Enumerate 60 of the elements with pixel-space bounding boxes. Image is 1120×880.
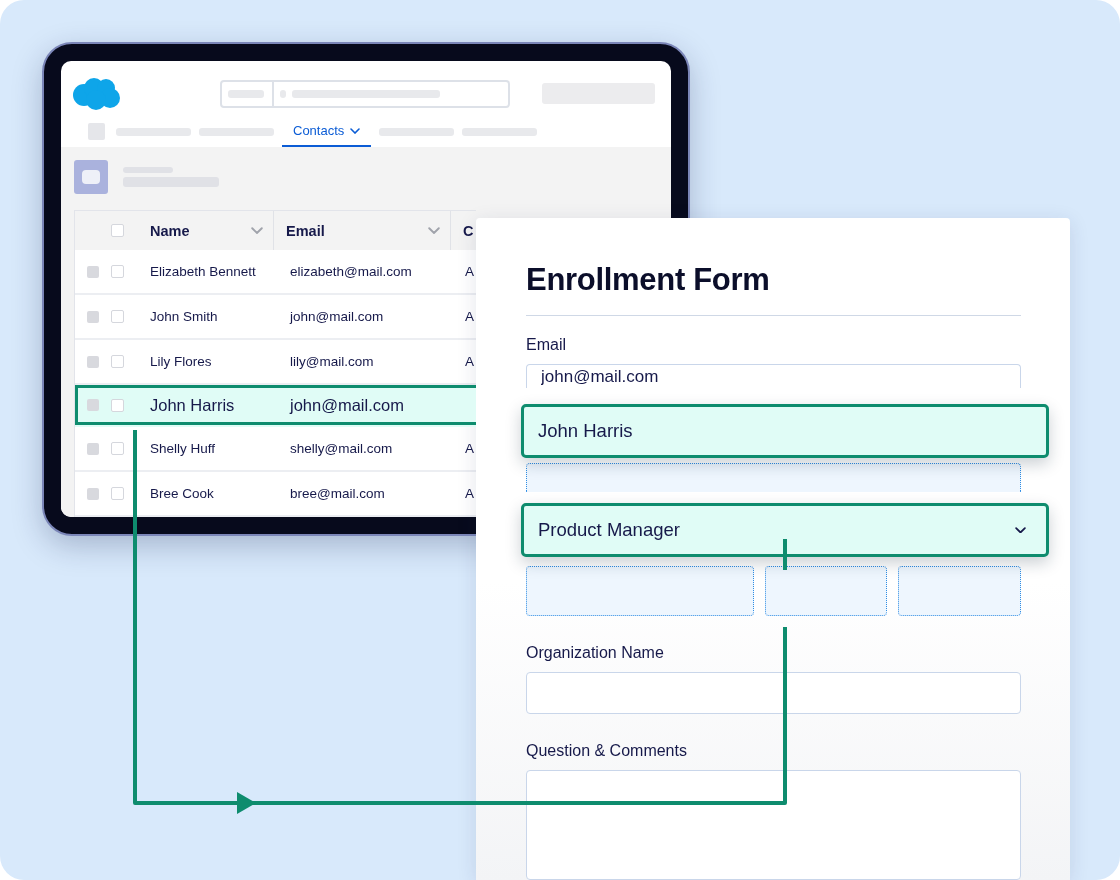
table-cell-text: A xyxy=(464,441,475,456)
row-handle[interactable] xyxy=(87,442,99,455)
table-cell-text: A xyxy=(464,264,475,279)
table-cell-text: Shelly Huff xyxy=(149,441,217,456)
column-header[interactable]: Email xyxy=(286,222,325,239)
chevron-down-icon xyxy=(428,226,440,235)
table-row[interactable]: Bree Cook bree@mail.com A xyxy=(75,472,476,517)
drop-target-field[interactable] xyxy=(898,565,1021,616)
field-label: Organization Name xyxy=(526,643,664,662)
table-cell-text: John Smith xyxy=(149,309,219,324)
field-label: Question & Comments xyxy=(526,742,687,761)
row-handle[interactable] xyxy=(87,487,99,500)
mapped-select-field[interactable]: Product Manager xyxy=(521,503,1049,557)
contact-object-icon xyxy=(74,160,108,194)
checkbox[interactable] xyxy=(111,355,124,368)
field-label: Email xyxy=(526,335,566,354)
drop-target-field[interactable] xyxy=(526,565,754,616)
checkbox[interactable] xyxy=(111,224,124,237)
table-row[interactable]: John Harris john@mail.com xyxy=(75,385,476,427)
row-handle[interactable] xyxy=(87,399,99,411)
table-cell-text: Bree Cook xyxy=(149,486,215,501)
table-cell-text: bree@mail.com xyxy=(289,486,386,501)
table-cell-text: lily@mail.com xyxy=(289,354,375,369)
row-handle[interactable] xyxy=(87,355,99,368)
chevron-down-icon xyxy=(251,226,263,235)
chevron-down-icon xyxy=(1015,526,1026,534)
text-field[interactable]: john@mail.com xyxy=(526,363,1021,388)
table-row[interactable]: Elizabeth Bennett elizabeth@mail.com A xyxy=(75,250,476,295)
search-bar[interactable] xyxy=(220,79,510,108)
table-cell-text: john@mail.com xyxy=(288,395,405,415)
table-cell-text: john@mail.com xyxy=(288,309,385,324)
row-handle[interactable] xyxy=(87,310,99,323)
form-title: Enrollment Form xyxy=(526,262,771,299)
table-cell-text: elizabeth@mail.com xyxy=(289,264,413,279)
checkbox[interactable] xyxy=(111,310,124,323)
comments-field[interactable] xyxy=(526,770,1021,880)
table-row[interactable]: Lily Flores lily@mail.com A xyxy=(75,340,476,385)
table-cell-text: A xyxy=(464,309,475,324)
table-row[interactable]: John Smith john@mail.com A xyxy=(75,295,476,340)
checkbox[interactable] xyxy=(111,398,124,412)
column-header[interactable]: C xyxy=(463,222,474,239)
mapped-text-field[interactable]: John Harris xyxy=(521,404,1049,458)
text-field[interactable] xyxy=(526,671,1021,715)
checkbox[interactable] xyxy=(111,265,124,278)
app-launcher-icon[interactable] xyxy=(88,123,105,140)
table-cell-text: shelly@mail.com xyxy=(289,441,394,456)
row-handle[interactable] xyxy=(87,265,99,278)
drop-target-field[interactable] xyxy=(526,462,1021,492)
table-cell-text: A xyxy=(464,486,475,501)
chevron-down-icon xyxy=(350,127,361,134)
drop-target-field[interactable] xyxy=(765,565,887,616)
table-cell-text: Elizabeth Bennett xyxy=(149,264,257,279)
checkbox[interactable] xyxy=(111,487,124,500)
table-cell-text: A xyxy=(464,354,475,369)
cloud-logo xyxy=(72,76,120,111)
table-cell-text: John Harris xyxy=(149,395,236,415)
checkbox[interactable] xyxy=(111,442,124,455)
table-cell-text: Lily Flores xyxy=(149,354,213,369)
column-header[interactable]: Name xyxy=(150,222,190,239)
table-row[interactable]: Shelly Huff shelly@mail.com A xyxy=(75,427,476,472)
